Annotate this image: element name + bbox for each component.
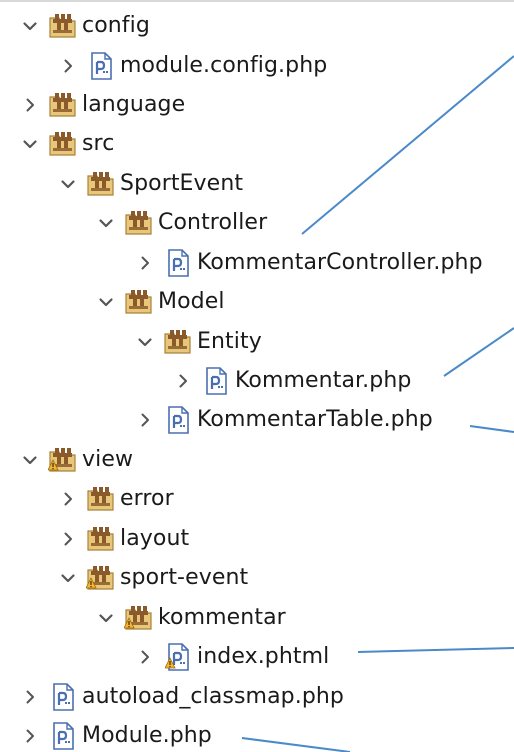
php-file-icon xyxy=(86,48,116,84)
annotation-line xyxy=(301,55,514,235)
package-folder-icon xyxy=(48,87,78,123)
php-file-icon xyxy=(48,718,78,752)
chevron-right-icon[interactable] xyxy=(56,481,80,517)
tree-item-label: error xyxy=(120,486,174,511)
annotation-line xyxy=(443,327,514,377)
package-folder-icon xyxy=(124,284,154,320)
tree-item-src[interactable]: src xyxy=(18,126,114,162)
chevron-right-icon[interactable] xyxy=(18,87,42,123)
tree-item-label: autoload_classmap.php xyxy=(82,684,344,709)
tree-item-kommentarcontroller-php[interactable]: KommentarController.php xyxy=(133,245,483,281)
php-file-warning-icon xyxy=(163,639,193,675)
package-folder-icon xyxy=(86,166,116,202)
tree-item-label: SportEvent xyxy=(120,171,244,196)
tree-item-label: KommentarController.php xyxy=(197,250,483,275)
package-folder-icon xyxy=(86,521,116,557)
chevron-down-icon[interactable] xyxy=(18,126,42,162)
tree-item-label: layout xyxy=(120,526,190,551)
php-file-icon xyxy=(163,245,193,281)
php-file-icon xyxy=(201,363,231,399)
tree-item-view[interactable]: view xyxy=(18,442,133,478)
package-folder-icon xyxy=(124,205,154,241)
tree-item-kommentar[interactable]: kommentar xyxy=(94,600,286,636)
tree-item-label: Controller xyxy=(158,210,268,235)
chevron-right-icon[interactable] xyxy=(133,402,157,438)
annotation-line xyxy=(357,647,514,653)
chevron-down-icon[interactable] xyxy=(94,205,118,241)
chevron-right-icon[interactable] xyxy=(56,48,80,84)
chevron-down-icon[interactable] xyxy=(56,166,80,202)
package-folder-warning-icon xyxy=(124,600,154,636)
annotation-line xyxy=(469,425,514,433)
chevron-down-icon[interactable] xyxy=(18,8,42,44)
tree-item-label: Entity xyxy=(197,329,262,354)
php-file-icon xyxy=(163,402,193,438)
tree-item-kommentartable-php[interactable]: KommentarTable.php xyxy=(133,402,433,438)
chevron-right-icon[interactable] xyxy=(133,245,157,281)
tree-item-label: view xyxy=(82,447,134,472)
tree-item-language[interactable]: language xyxy=(18,87,185,123)
tree-item-module-php[interactable]: Module.php xyxy=(18,718,212,752)
tree-item-kommentar-php[interactable]: Kommentar.php xyxy=(171,363,411,399)
tree-item-sport-event[interactable]: sport-event xyxy=(56,560,248,596)
package-folder-warning-icon xyxy=(86,560,116,596)
chevron-right-icon[interactable] xyxy=(18,718,42,752)
chevron-down-icon[interactable] xyxy=(18,442,42,478)
chevron-right-icon[interactable] xyxy=(18,679,42,715)
tree-item-layout[interactable]: layout xyxy=(56,521,189,557)
tree-item-label: Module.php xyxy=(82,723,212,748)
tree-item-label: KommentarTable.php xyxy=(197,407,433,432)
tree-item-label: Model xyxy=(158,289,225,314)
package-folder-icon xyxy=(86,481,116,517)
tree-item-controller[interactable]: Controller xyxy=(94,205,267,241)
chevron-down-icon[interactable] xyxy=(56,560,80,596)
tree-item-autoload-classmap-php[interactable]: autoload_classmap.php xyxy=(18,679,344,715)
tree-item-label: Kommentar.php xyxy=(235,368,412,393)
tree-item-sportevent[interactable]: SportEvent xyxy=(56,166,243,202)
chevron-right-icon[interactable] xyxy=(56,521,80,557)
tree-item-label: language xyxy=(82,92,186,117)
tree-item-label: module.config.php xyxy=(120,53,328,78)
tree-item-config[interactable]: config xyxy=(18,8,150,44)
tree-item-label: src xyxy=(82,131,115,156)
chevron-down-icon[interactable] xyxy=(94,284,118,320)
chevron-right-icon[interactable] xyxy=(133,639,157,675)
package-folder-icon xyxy=(48,8,78,44)
php-file-icon xyxy=(48,679,78,715)
tree-item-label: index.phtml xyxy=(197,644,330,669)
chevron-down-icon[interactable] xyxy=(94,600,118,636)
chevron-down-icon[interactable] xyxy=(133,324,157,360)
tree-item-label: sport-event xyxy=(120,565,249,590)
package-folder-icon xyxy=(48,126,78,162)
tree-item-label: kommentar xyxy=(158,605,286,630)
tree-item-error[interactable]: error xyxy=(56,481,174,517)
tree-item-label: config xyxy=(82,13,150,38)
tree-item-model[interactable]: Model xyxy=(94,284,225,320)
annotation-line xyxy=(241,737,351,752)
package-folder-warning-icon xyxy=(48,442,78,478)
top-border xyxy=(0,0,514,2)
tree-item-index-phtml[interactable]: index.phtml xyxy=(133,639,329,675)
tree-item-module-config-php[interactable]: module.config.php xyxy=(56,48,327,84)
chevron-right-icon[interactable] xyxy=(171,363,195,399)
package-folder-icon xyxy=(163,324,193,360)
tree-item-entity[interactable]: Entity xyxy=(133,324,262,360)
